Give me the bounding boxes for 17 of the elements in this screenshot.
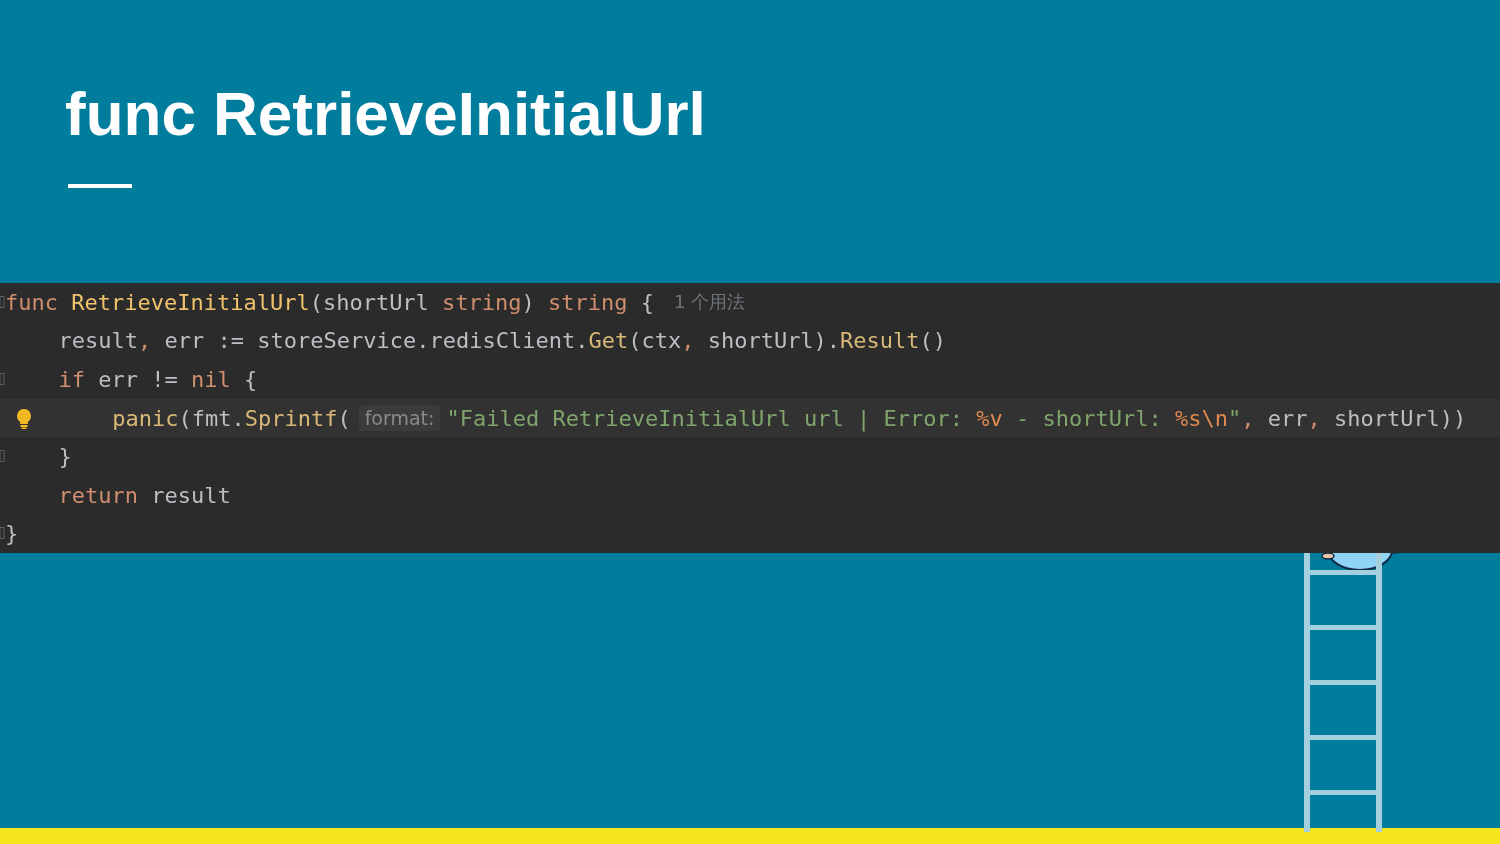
code-text: return result bbox=[58, 482, 231, 508]
parameter-hint: format: bbox=[358, 405, 441, 431]
code-text: } bbox=[58, 444, 72, 470]
code-text: if err != nil { bbox=[58, 366, 258, 392]
lightbulb-icon[interactable] bbox=[15, 407, 33, 430]
usage-hint[interactable]: 1 个用法 bbox=[674, 290, 746, 315]
fold-icon[interactable] bbox=[0, 296, 5, 308]
code-text: result, err := storeService.redisClient.Get(ctx, shortUrl).Result() bbox=[58, 328, 947, 354]
code-text: func RetrieveInitialUrl(shortUrl string) string { bbox=[5, 289, 655, 315]
title-underline bbox=[68, 184, 132, 188]
slide-title: func RetrieveInitialUrl bbox=[65, 78, 706, 150]
fold-icon[interactable] bbox=[0, 450, 5, 463]
code-text: } bbox=[5, 521, 19, 547]
fold-icon[interactable] bbox=[0, 527, 5, 540]
fold-icon[interactable] bbox=[0, 373, 5, 386]
code-text: "Failed RetrieveInitialUrl url | Error: %v - shortUrl: %s\n", err, shortUrl)) bbox=[446, 405, 1467, 431]
code-text: panic(fmt.Sprintf( bbox=[112, 405, 351, 431]
